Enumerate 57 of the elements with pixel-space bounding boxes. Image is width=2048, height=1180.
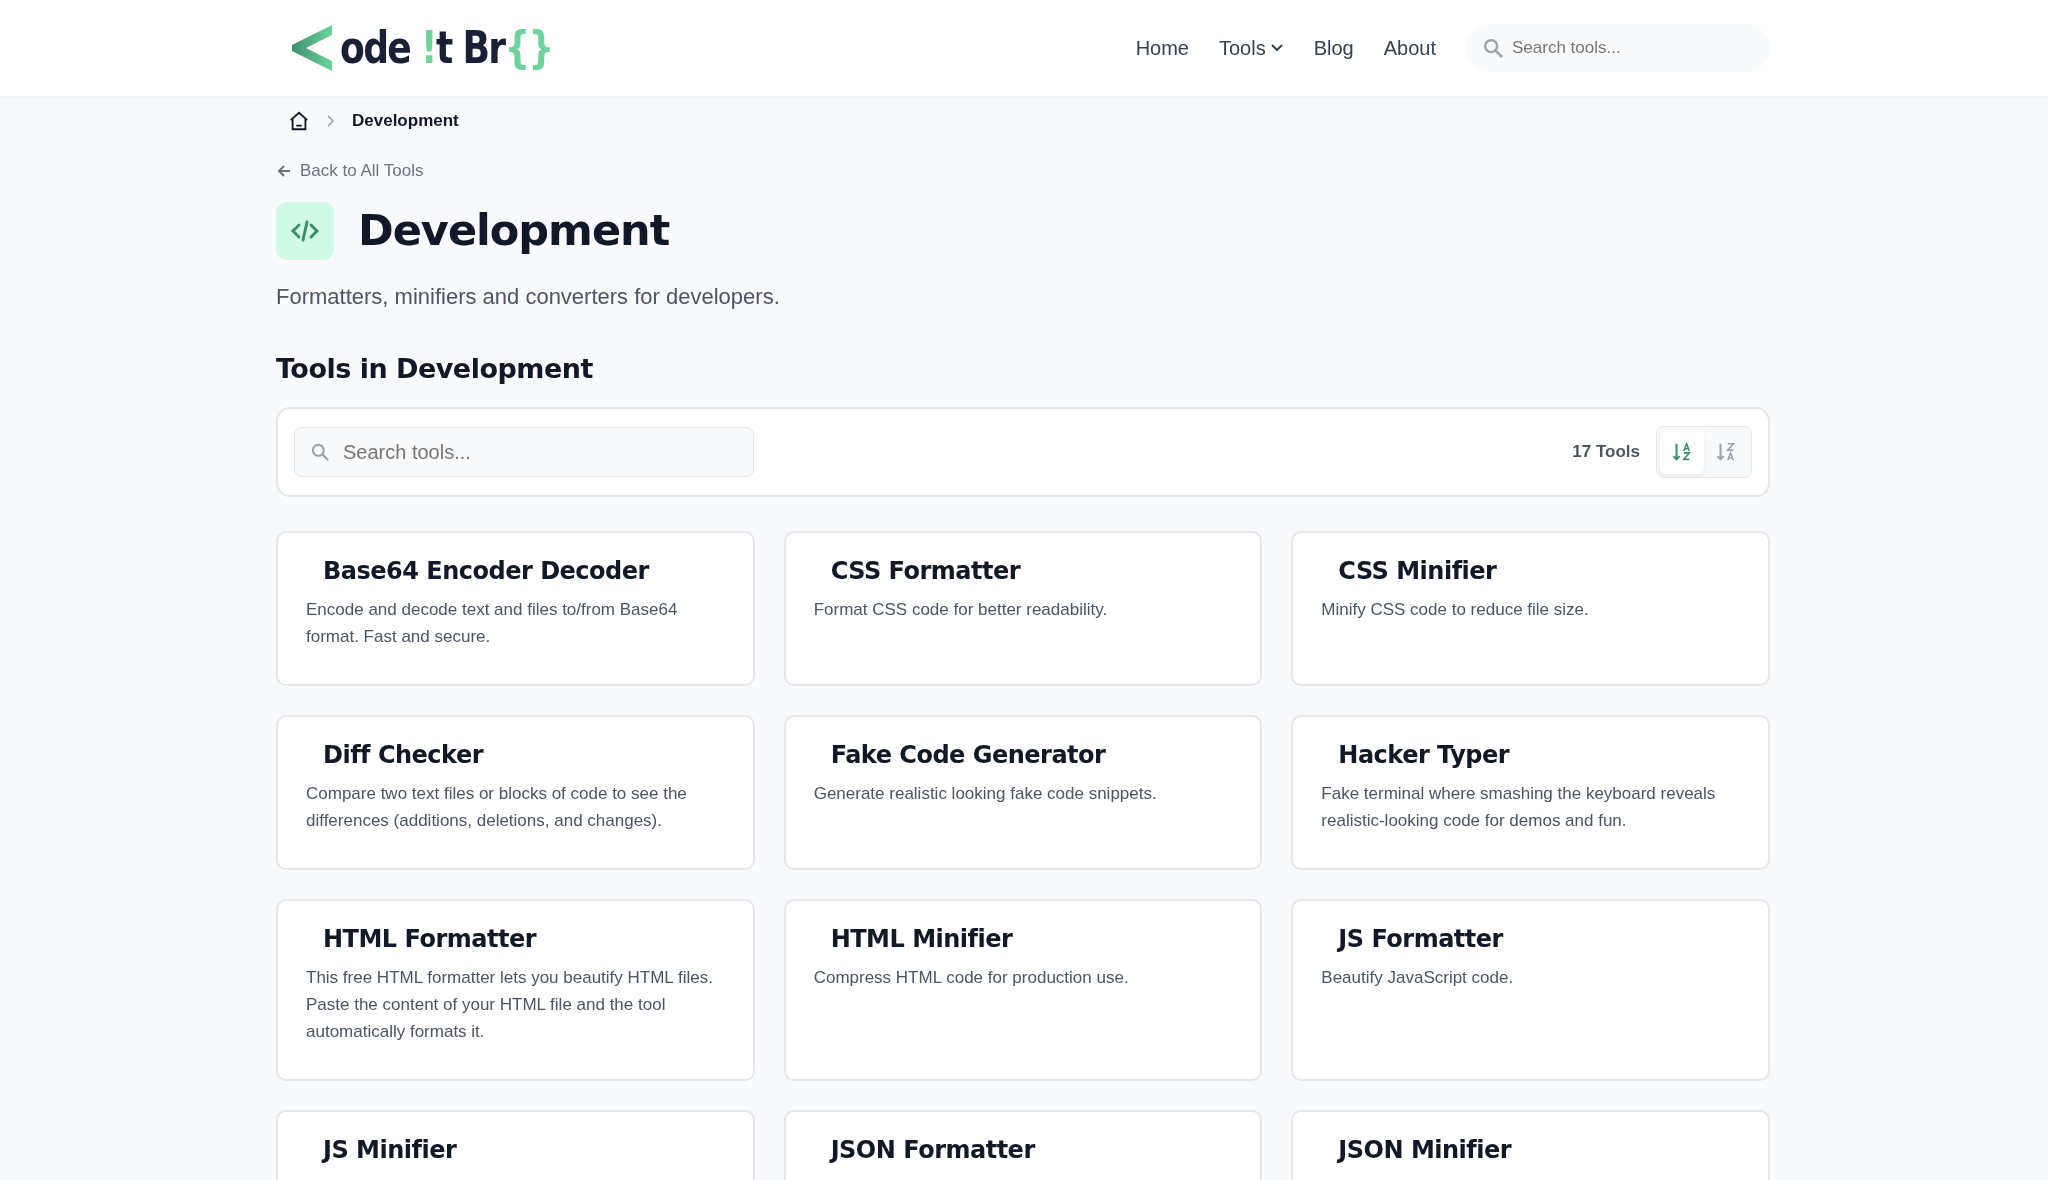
search-field[interactable]: Search tools... <box>1466 24 1770 72</box>
tool-card[interactable]: JSON Formatter <box>783 1110 1263 1180</box>
sort-ascending-button[interactable] <box>1660 430 1704 475</box>
tool-card[interactable]: HTML Formatter This free HTML formatter lets you beautify HTML files. Paste the content of your HTML file and the tool automatically formats it. <box>276 899 755 1082</box>
breadcrumb-current: Development <box>352 110 459 133</box>
back-link[interactable]: Back to All Tools <box>276 158 424 184</box>
tool-card[interactable]: CSS Minifier Minify CSS code to reduce file size. <box>1291 531 1770 687</box>
nav-link[interactable]: Blog <box>1313 33 1354 63</box>
page-title: Development <box>358 204 670 257</box>
tool-title: Fake Code Generator <box>830 741 1107 770</box>
search-icon <box>310 442 330 463</box>
search-field[interactable]: Search tools... <box>294 427 754 478</box>
tool-count: 17 Tools <box>1572 441 1640 464</box>
tool-description: Fake terminal where smashing the keyboard reveals realistic-looking code for demos and fun. <box>1321 782 1717 833</box>
tool-card[interactable]: JS Minifier <box>276 1110 755 1180</box>
tool-description: Minify CSS code to reduce file size. <box>1321 598 1590 621</box>
chevron-right-icon <box>326 114 336 128</box>
sort-icon <box>1715 441 1737 464</box>
tool-card[interactable]: HTML Minifier Compress HTML code for production use. <box>783 899 1263 1082</box>
tool-description: Compare two text files or blocks of code to see the differences (additions, deletions, and changes). <box>306 782 688 833</box>
tool-description: Encode and decode text and files to/from Base64 format. Fast and secure. <box>306 598 679 649</box>
tool-card[interactable]: JSON Minifier <box>1291 1110 1770 1180</box>
nav-link[interactable]: Home <box>1135 33 1189 63</box>
nav-link[interactable]: About <box>1383 33 1436 63</box>
tool-title: JS Minifier <box>323 1136 458 1165</box>
tool-title: HTML Formatter <box>323 925 538 954</box>
tool-title: Hacker Typer <box>1338 741 1511 770</box>
tool-title: JSON Minifier <box>1338 1136 1513 1165</box>
code-icon <box>276 201 334 260</box>
logo-chevron-icon <box>292 25 332 71</box>
section-title: Tools in Development <box>276 352 594 386</box>
tool-card[interactable]: Diff Checker Compare two text files or blocks of code to see the differences (additions, deletions, and changes). <box>276 715 755 871</box>
site-logo[interactable]: ode !t Br{} <box>340 26 553 70</box>
tool-title: CSS Minifier <box>1338 557 1498 586</box>
tool-title: JSON Formatter <box>830 1136 1037 1165</box>
tool-title: Diff Checker <box>323 741 485 770</box>
tool-title: CSS Formatter <box>830 557 1022 586</box>
tool-description: Compress HTML code for production use. <box>813 966 1130 989</box>
tool-card[interactable]: Hacker Typer Fake terminal where smashing the keyboard reveals realistic-looking code for demos and fun. <box>1291 715 1770 871</box>
tool-title: HTML Minifier <box>830 925 1014 954</box>
tool-card[interactable]: Fake Code Generator Generate realistic looking fake code snippets. <box>783 715 1263 871</box>
tool-title: JS Formatter <box>1338 925 1505 954</box>
sort-icon <box>1671 441 1693 464</box>
tool-card[interactable]: JS Formatter Beautify JavaScript code. <box>1291 899 1770 1082</box>
tool-description: Generate realistic looking fake code snippets. <box>813 782 1158 805</box>
chevron-down-icon <box>1269 43 1284 53</box>
tool-title: Base64 Encoder Decoder <box>323 557 651 586</box>
page-subtitle: Formatters, minifiers and converters for developers. <box>276 282 781 311</box>
tool-card[interactable]: CSS Formatter Format CSS code for better readability. <box>783 531 1263 687</box>
nav-link[interactable]: Tools <box>1219 33 1284 63</box>
home-icon[interactable] <box>288 110 310 132</box>
tool-card[interactable]: Base64 Encoder Decoder Encode and decode text and files to/from Base64 format. Fast and secure. <box>276 531 755 687</box>
tool-description: This free HTML formatter lets you beautify HTML files. Paste the content of your HTML file and the tool automatically formats it. <box>306 966 714 1044</box>
tool-description: Format CSS code for better readability. <box>813 598 1109 621</box>
tool-description: Beautify JavaScript code. <box>1321 966 1515 989</box>
search-icon <box>1482 37 1504 59</box>
arrow-left-icon <box>276 162 292 179</box>
